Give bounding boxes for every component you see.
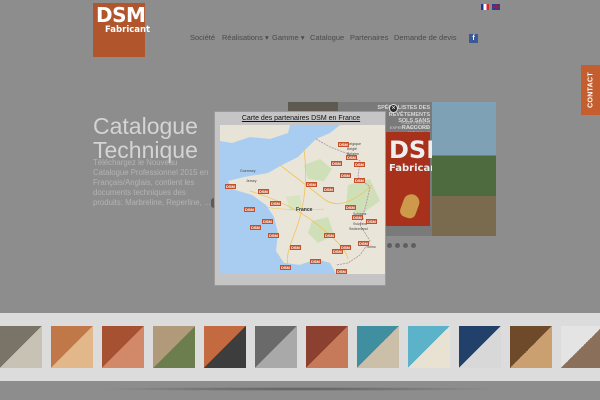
map-background [220, 125, 385, 274]
nav-item-devis[interactable]: Demande de devis [394, 33, 457, 42]
map-label: Switzerland [349, 227, 368, 231]
compass-rose-thumb[interactable] [510, 326, 552, 368]
garden-photo [432, 102, 496, 236]
white-car-thumb[interactable] [561, 326, 600, 368]
partner-pin[interactable]: DSM [244, 207, 255, 212]
pool-thumb[interactable] [408, 326, 450, 368]
partner-pin[interactable]: DSM [331, 161, 342, 166]
hero-description: Téléchargez le Nouveau Catalogue Profess… [93, 158, 211, 207]
partner-pin[interactable]: DSM [306, 182, 317, 187]
partner-pin[interactable]: DSM [338, 142, 349, 147]
slider-dot[interactable] [403, 243, 408, 248]
partner-pin[interactable]: DSM [340, 173, 351, 178]
partner-pin[interactable]: DSM [310, 259, 321, 264]
contact-tab[interactable]: CONTACT [581, 65, 600, 115]
nav-item-catalogue[interactable]: Catalogue [310, 33, 344, 42]
nav-item-partenaires[interactable]: Partenaires [350, 33, 388, 42]
close-icon[interactable]: × [389, 104, 398, 113]
terrace-furniture-thumb[interactable] [255, 326, 297, 368]
terracotta-steps-thumb[interactable] [51, 326, 93, 368]
partner-pin[interactable]: DSM [346, 155, 357, 160]
thumbnail-strip [0, 313, 600, 381]
shadow-divider [97, 387, 501, 391]
partner-pin[interactable]: DSM [262, 219, 273, 224]
slider-dot[interactable] [387, 243, 392, 248]
partner-pin[interactable]: DSM [366, 219, 377, 224]
contact-tab-label: CONTACT [587, 72, 594, 108]
partner-pin[interactable]: DSM [268, 233, 279, 238]
partner-pin[interactable]: DSM [250, 225, 261, 230]
partner-pin[interactable]: DSM [354, 162, 365, 167]
map-label: Svizzera [353, 222, 367, 226]
partner-pin[interactable]: DSM [340, 245, 351, 250]
logo-text-fabricant: Fabricant [105, 25, 151, 35]
pool-edge-thumb[interactable] [357, 326, 399, 368]
partner-pin[interactable]: DSM [323, 187, 334, 192]
modal-title[interactable]: Carte des partenaires DSM en France [215, 115, 387, 122]
patio-thumb[interactable] [153, 326, 195, 368]
partner-pin[interactable]: DSM [354, 178, 365, 183]
promo-logo: DSM Fabricant [384, 132, 450, 226]
dsm-logo[interactable]: DSM Fabricant [93, 3, 150, 57]
partner-pin[interactable]: DSM [336, 269, 347, 274]
nav-item-realisations[interactable]: Réalisations ▾ [222, 33, 269, 42]
slider-dot[interactable] [395, 243, 400, 248]
partner-pin[interactable]: DSM [345, 205, 356, 210]
hero-title: Catalogue Technique [93, 113, 198, 163]
partner-pin[interactable]: DSM [290, 245, 301, 250]
brick-wall-thumb[interactable] [306, 326, 348, 368]
slider-dot[interactable] [411, 243, 416, 248]
partner-pin[interactable]: DSM [324, 233, 335, 238]
house-facade-thumb[interactable] [204, 326, 246, 368]
footprint-icon [398, 191, 422, 221]
language-switcher [481, 4, 500, 10]
partner-pin[interactable]: DSM [280, 265, 291, 270]
blue-lounger-thumb[interactable] [459, 326, 501, 368]
map-label: France [296, 207, 313, 213]
partner-pin[interactable]: DSM [258, 189, 269, 194]
logo-text-dsm: DSM [96, 3, 146, 27]
partners-map-modal: Carte des partenaires DSM en France × Fr… [214, 104, 398, 286]
map-label: Belgique [347, 142, 361, 146]
map-label: België [347, 147, 357, 151]
facebook-icon[interactable]: f [469, 34, 478, 43]
stone-sphere-thumb[interactable] [0, 326, 42, 368]
partner-pin[interactable]: DSM [358, 241, 369, 246]
red-stairs-thumb[interactable] [102, 326, 144, 368]
partner-pin[interactable]: DSM [352, 215, 363, 220]
nav-item-societe[interactable]: Société [190, 33, 215, 42]
france-map[interactable]: France Belgique België Belgien Schweiz S… [220, 125, 385, 274]
partner-pin[interactable]: DSM [270, 201, 281, 206]
partner-pin[interactable]: DSM [225, 184, 236, 189]
flag-en-icon[interactable] [492, 4, 500, 10]
nav-item-gamme[interactable]: Gamme ▾ [272, 33, 305, 42]
slider-dots [387, 243, 416, 248]
map-label: Jersey [246, 179, 257, 183]
flag-fr-icon[interactable] [481, 4, 489, 10]
map-label: Guernsey [240, 169, 256, 173]
